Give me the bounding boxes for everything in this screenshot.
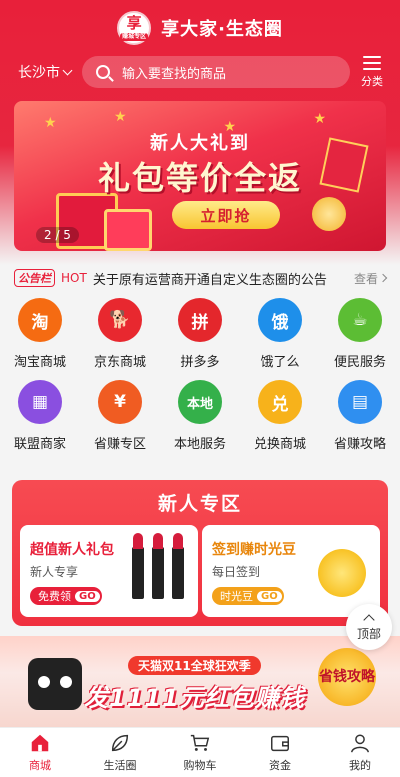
page-title: 享大家·生态圈 bbox=[161, 19, 283, 40]
time-bean-button[interactable]: 时光豆 GO bbox=[212, 587, 284, 605]
new-user-zone-title: 新人专区 bbox=[157, 493, 242, 515]
banner-main-text: 礼包等价全返 bbox=[97, 159, 302, 197]
card-subtitle: 每日签到 bbox=[212, 565, 261, 579]
double-eleven-banner[interactable]: 天猫双11全球狂欢季 发1111元红包赚钱 省钱攻略 bbox=[0, 636, 400, 728]
shortcut-label: 淘宝商城 bbox=[13, 355, 66, 370]
card-title: 超值新人礼包 bbox=[30, 542, 114, 558]
shortcut-item[interactable]: ▤ 省赚攻略 bbox=[320, 380, 400, 452]
category-label: 分类 bbox=[361, 75, 383, 88]
gift-box-icon bbox=[104, 209, 152, 251]
search-input[interactable]: 输入要查找的商品 bbox=[82, 56, 350, 88]
cart-icon bbox=[190, 734, 210, 751]
city-label: 长沙市 bbox=[18, 65, 60, 81]
shortcut-label: 拼多多 bbox=[180, 355, 220, 370]
shortcut-item[interactable]: 饿饿了么 bbox=[240, 298, 320, 370]
shortcut-item[interactable]: ☕ 便民服务 bbox=[320, 298, 400, 370]
shortcut-label: 省赚专区 bbox=[93, 437, 146, 452]
shortcut-label: 兑换商城 bbox=[253, 437, 306, 452]
shortcut-label: 饿了么 bbox=[260, 355, 300, 370]
wallet-icon bbox=[271, 735, 289, 752]
leaf-icon bbox=[111, 734, 129, 752]
eleme-icon: 饿 bbox=[258, 298, 302, 342]
go-label: GO bbox=[257, 590, 282, 602]
shortcut-item[interactable]: 🐕 京东商城 bbox=[80, 298, 160, 370]
free-claim-button[interactable]: 免费领 GO bbox=[30, 587, 102, 605]
coin-icon bbox=[318, 549, 366, 597]
search-icon bbox=[96, 65, 110, 79]
local-service-icon: 本地 bbox=[178, 380, 222, 424]
bottom-tab-bar: 商城 生活圈 购物车 资金 我的 bbox=[0, 727, 400, 777]
user-icon bbox=[351, 734, 369, 753]
shortcut-label: 省赚攻略 bbox=[333, 437, 386, 452]
lipstick-icon bbox=[132, 533, 144, 599]
notice-text: 关于原有运营商开通自定义生态圈的公告 bbox=[92, 272, 327, 288]
star-icon: ★ bbox=[114, 109, 127, 125]
card-subtitle: 新人专享 bbox=[30, 565, 79, 579]
coffee-cup-icon: ☕ bbox=[338, 298, 382, 342]
notice-tag: 公告栏 bbox=[14, 269, 55, 287]
pinduoduo-icon: 拼 bbox=[178, 298, 222, 342]
card-title: 签到赚时光豆 bbox=[212, 542, 296, 558]
shortcut-label: 联盟商家 bbox=[13, 437, 66, 452]
promo-main-text: 发1111元红包赚钱 bbox=[84, 684, 305, 712]
hot-badge: HOT bbox=[61, 271, 87, 285]
guide-book-icon: ▤ bbox=[338, 380, 382, 424]
shortcut-label: 京东商城 bbox=[93, 355, 146, 370]
promo-banner[interactable]: ★ ★ ★ ★ 新人大礼到 礼包等价全返 立即抢 2 / 5 bbox=[14, 101, 386, 251]
star-icon: ★ bbox=[313, 111, 326, 127]
coin-icon bbox=[312, 197, 346, 231]
tab-cart[interactable]: 购物车 bbox=[160, 728, 240, 777]
exchange-icon: 兑 bbox=[258, 380, 302, 424]
shortcut-item[interactable]: ¥ 省赚专区 bbox=[80, 380, 160, 452]
chevron-right-icon bbox=[378, 273, 388, 283]
jd-dog-icon: 🐕 bbox=[98, 298, 142, 342]
shortcut-item[interactable]: 拼拼多多 bbox=[160, 298, 240, 370]
money-bag-icon: ¥ bbox=[98, 380, 142, 424]
tab-funds[interactable]: 资金 bbox=[240, 728, 320, 777]
search-placeholder: 输入要查找的商品 bbox=[122, 66, 227, 82]
shortcut-label: 便民服务 bbox=[333, 355, 386, 370]
new-user-gift-card[interactable]: 超值新人礼包 新人专享 免费领 GO bbox=[20, 525, 198, 617]
view-more-link[interactable]: 查看 bbox=[354, 270, 388, 287]
tab-mall[interactable]: 商城 bbox=[0, 728, 80, 777]
app-logo: 享 赚城专区 bbox=[117, 11, 152, 45]
shortcut-item[interactable]: 淘淘宝商城 bbox=[0, 298, 80, 370]
category-button[interactable]: 分类 bbox=[358, 52, 386, 89]
search-row: 长沙市 输入要查找的商品 分类 bbox=[0, 52, 400, 92]
tab-mine[interactable]: 我的 bbox=[320, 728, 400, 777]
menu-icon bbox=[363, 56, 381, 70]
storefront-icon: ▦ bbox=[18, 380, 62, 424]
shortcut-label: 本地服务 bbox=[173, 437, 226, 452]
lipstick-icon bbox=[172, 533, 184, 599]
money-guide-badge[interactable]: 省钱攻略 bbox=[318, 648, 376, 706]
tab-life-circle[interactable]: 生活圈 bbox=[80, 728, 160, 777]
banner-pager: 2 / 5 bbox=[36, 227, 79, 243]
chevron-up-icon bbox=[363, 614, 375, 626]
shortcut-item[interactable]: ▦ 联盟商家 bbox=[0, 380, 80, 452]
grab-now-button[interactable]: 立即抢 bbox=[172, 201, 280, 229]
notice-bar[interactable]: 公告栏 HOT 关于原有运营商开通自定义生态圈的公告 查看 bbox=[14, 267, 388, 289]
lipstick-icon bbox=[152, 533, 164, 599]
promo-subtitle: 天猫双11全球狂欢季 bbox=[128, 656, 261, 675]
chevron-down-icon bbox=[62, 65, 73, 75]
home-icon bbox=[31, 734, 49, 752]
tmall-cat-icon bbox=[28, 658, 82, 710]
sign-in-card[interactable]: 签到赚时光豆 每日签到 时光豆 GO bbox=[202, 525, 380, 617]
back-to-top-button[interactable]: 顶部 bbox=[346, 604, 392, 650]
banner-headline: 新人大礼到 bbox=[150, 133, 250, 154]
shortcut-item[interactable]: 本地 本地服务 bbox=[160, 380, 240, 452]
city-selector[interactable]: 长沙市 bbox=[18, 62, 73, 82]
taobao-icon: 淘 bbox=[18, 298, 62, 342]
go-label: GO bbox=[75, 590, 100, 602]
title-bar: 享 赚城专区 享大家·生态圈 bbox=[0, 8, 400, 48]
shortcut-grid: 淘淘宝商城 🐕 京东商城拼拼多多饿饿了么 ☕ 便民服务 ▦ 联盟商家 ¥ 省赚专区 本地 本地服务兑… bbox=[0, 298, 400, 452]
shortcut-item[interactable]: 兑兑换商城 bbox=[240, 380, 320, 452]
new-user-zone: 新人专区 超值新人礼包 新人专享 免费领 GO 签到赚时光豆 每日签到 时光豆 GO bbox=[12, 480, 388, 626]
